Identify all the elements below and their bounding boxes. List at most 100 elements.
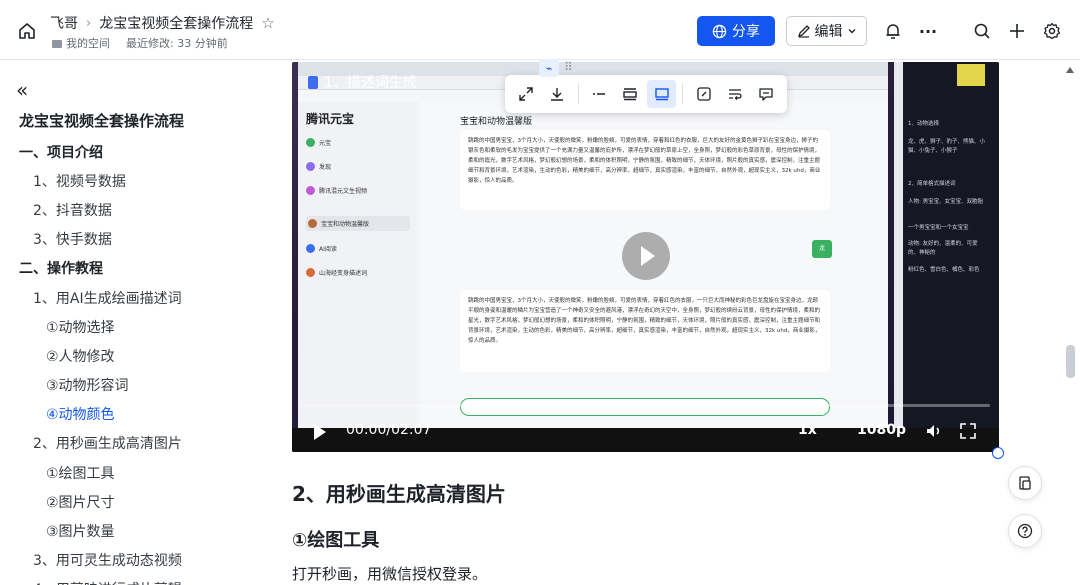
plus-icon[interactable] xyxy=(1006,20,1028,42)
block-layout-icon[interactable] xyxy=(616,80,645,108)
note-line: 粉红色、雪白色、橘色、彩色 xyxy=(908,267,980,273)
toc-item[interactable]: 2、用秒画生成高清图片 xyxy=(0,429,290,458)
video-progress-bar[interactable] xyxy=(300,404,990,407)
yb-chat-title: 宝宝和动物温馨版 xyxy=(460,117,533,127)
yb-nav-item: AI阅读 xyxy=(306,244,337,253)
video-screen-browser: 腾讯元宝 元宝 发现 腾讯混元文生视频 宝宝和动物温馨版 AI阅读 山海经变身描… xyxy=(298,62,910,428)
fullscreen-icon[interactable] xyxy=(959,422,977,444)
yuanbao-sidebar: 腾讯元宝 元宝 发现 腾讯混元文生视频 宝宝和动物温馨版 AI阅读 山海经变身描… xyxy=(298,102,416,428)
star-icon[interactable]: ☆ xyxy=(261,14,274,32)
attachment-icon[interactable]: ⌁ xyxy=(539,59,559,77)
comment-icon[interactable] xyxy=(752,80,781,108)
note-line: 动物: 友好的、温柔的、可爱的、神秘的 xyxy=(908,241,978,256)
yb-nav-label: 发现 xyxy=(319,164,332,171)
paragraph: 打开秒画，用微信授权登录。 xyxy=(292,565,488,583)
gear-icon[interactable] xyxy=(1041,20,1063,42)
drag-handle-icon[interactable]: ⠿ xyxy=(564,60,573,74)
resize-handle[interactable] xyxy=(992,447,1004,459)
home-icon[interactable] xyxy=(18,22,36,40)
toc-item[interactable]: 二、操作教程 xyxy=(0,254,290,283)
video-caption: 1、描述词生成 xyxy=(308,72,417,92)
link-icon[interactable] xyxy=(689,80,718,108)
search-icon[interactable] xyxy=(971,20,993,42)
toc-item[interactable]: 3、快手数据 xyxy=(0,225,290,254)
toc-item[interactable]: ②人物修改 xyxy=(0,341,290,370)
collapse-sidebar-icon[interactable]: « xyxy=(16,78,28,102)
yb-message-card: 跳跳的中国男宝宝，3个月大小，天使般的微笑，粉嫩的脸颊，可爱的表情，穿着红色的衣… xyxy=(460,290,830,372)
top-bar: 飞哥 › 龙宝宝视频全套操作流程 ☆ 我的空间 最近修改: 33 分钟前 分享 … xyxy=(0,0,1080,60)
edit-button[interactable]: 编辑 xyxy=(786,16,867,46)
volume-icon[interactable] xyxy=(925,422,943,444)
more-icon[interactable]: ··· xyxy=(917,20,939,42)
toc-item[interactable]: ③图片数量 xyxy=(0,516,290,545)
yb-nav-icon xyxy=(306,162,315,171)
note-line: 一个男宝宝和一个女宝宝 xyxy=(908,225,969,231)
toc-item[interactable]: ②图片尺寸 xyxy=(0,487,290,516)
help-button[interactable] xyxy=(1008,514,1042,548)
toc-item[interactable]: 1、视频号数据 xyxy=(0,166,290,195)
toc-item[interactable]: 4、用剪映进行成片剪辑 xyxy=(0,575,290,585)
yb-nav-icon xyxy=(306,244,315,253)
toc-list: 一、项目介绍 1、视频号数据 2、抖音数据 3、快手数据 二、操作教程 1、用AI生成绘画… xyxy=(0,137,290,585)
big-play-button[interactable] xyxy=(622,232,670,280)
wrap-text-icon[interactable] xyxy=(720,80,749,108)
breadcrumb-root[interactable]: 飞哥 xyxy=(50,13,78,33)
globe-icon xyxy=(712,24,727,38)
yb-message-card: 跳跳的中国男宝宝，3个月大小，天使般的微笑，粉嫩的脸颊，可爱的表情，穿着和红色的… xyxy=(460,130,830,210)
yb-nav-item: 腾讯混元文生视频 xyxy=(306,186,367,195)
inline-layout-icon[interactable] xyxy=(584,80,613,108)
breadcrumb-separator: › xyxy=(86,15,92,31)
toc-item[interactable]: 2、抖音数据 xyxy=(0,195,290,224)
note-line: 1、动物选择 xyxy=(908,121,939,127)
share-button[interactable]: 分享 xyxy=(697,16,775,46)
toc-item[interactable]: ④动物颜色 xyxy=(0,400,290,429)
yuanbao-logo: 腾讯元宝 xyxy=(306,112,355,126)
bell-icon[interactable] xyxy=(882,20,904,42)
video-time: 00:00/02:07 xyxy=(346,422,432,438)
subsection-heading: ①绘图工具 xyxy=(292,530,380,551)
playback-speed-button[interactable]: 1x xyxy=(798,422,817,438)
toc-item[interactable]: ①绘图工具 xyxy=(0,458,290,487)
toc-item[interactable]: ③动物形容词 xyxy=(0,371,290,400)
yb-user-bubble: 龙 xyxy=(812,240,832,258)
yb-nav-icon xyxy=(306,138,315,147)
chevron-down-icon xyxy=(848,29,855,34)
outline-button[interactable] xyxy=(1008,466,1042,500)
notes-thumb xyxy=(957,64,985,86)
last-modified: 最近修改: 33 分钟前 xyxy=(126,37,228,50)
note-line: 2、简单格式描述词 xyxy=(908,181,956,187)
section-heading: 2、用秒画生成高清图片 xyxy=(292,482,506,506)
yb-nav-label: 山海经变身描述词 xyxy=(319,270,368,277)
video-player[interactable]: 腾讯元宝 元宝 发现 腾讯混元文生视频 宝宝和动物温馨版 AI阅读 山海经变身描… xyxy=(292,62,999,452)
video-caption-text: 1、描述词生成 xyxy=(324,75,417,91)
scrollbar-thumb[interactable] xyxy=(1066,345,1075,378)
yb-user-text: 龙 xyxy=(818,245,825,252)
yb-nav-label: 腾讯混元文生视频 xyxy=(319,188,368,195)
doc-body: 腾讯元宝 元宝 发现 腾讯混元文生视频 宝宝和动物温馨版 AI阅读 山海经变身描… xyxy=(292,59,1062,585)
note-line: 龙、虎、狮子、豹子、熊猫、小猫、小兔子、小猴子 xyxy=(908,139,986,154)
toc-title[interactable]: 龙宝宝视频全套操作流程 xyxy=(19,110,184,131)
toc-item[interactable]: 1、用AI生成绘画描述词 xyxy=(0,283,290,312)
yb-nav-icon xyxy=(306,268,315,277)
space-link[interactable]: 我的空间 xyxy=(52,35,110,51)
toc-item[interactable]: 一、项目介绍 xyxy=(0,137,290,166)
doc-title[interactable]: 龙宝宝视频全套操作流程 xyxy=(99,13,253,33)
video-controls: 00:00/02:07 1x 1080p xyxy=(292,416,999,446)
play-icon[interactable] xyxy=(314,424,326,440)
quality-button[interactable]: 1080p xyxy=(857,422,906,438)
toolbar-divider xyxy=(682,84,684,104)
yb-nav-item: 发现 xyxy=(306,162,331,171)
video-toolbar xyxy=(505,75,787,113)
scroll-up-icon[interactable] xyxy=(1065,66,1075,74)
toc-item[interactable]: 3、用可灵生成动态视频 xyxy=(0,546,290,575)
space-label: 我的空间 xyxy=(66,37,110,50)
pencil-icon xyxy=(797,25,810,38)
toc-item[interactable]: ①动物选择 xyxy=(0,312,290,341)
expand-icon[interactable] xyxy=(511,80,540,108)
document-icon xyxy=(1019,476,1031,490)
full-width-layout-icon[interactable] xyxy=(646,80,677,108)
edit-label: 编辑 xyxy=(814,24,843,40)
yb-nav-icon xyxy=(306,186,315,195)
download-icon[interactable] xyxy=(542,80,571,108)
folder-icon xyxy=(52,40,62,48)
